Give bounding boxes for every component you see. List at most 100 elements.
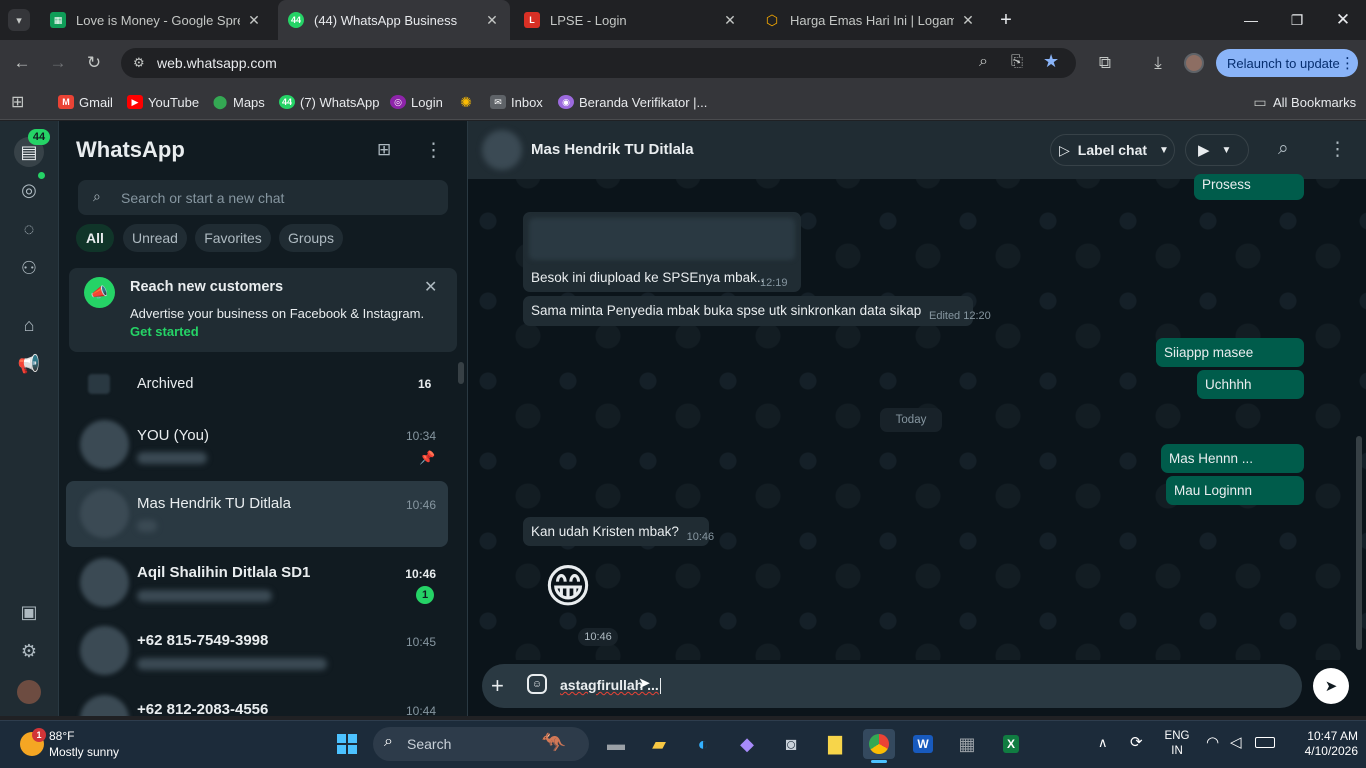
communities-nav-button[interactable]: ⚇ (17, 256, 41, 280)
bookmark-whatsapp[interactable]: 44 (7) WhatsApp (279, 92, 379, 112)
chat-list-scrollbar[interactable] (458, 362, 464, 384)
label-chat-button[interactable]: ▷ Label chat ▼ (1050, 134, 1175, 166)
sync-icon[interactable]: ⟳ (1130, 733, 1143, 751)
send-button[interactable]: ➤ (1313, 668, 1349, 704)
clock[interactable]: 10:47 AM 4/10/2026 (1288, 729, 1358, 759)
message-outgoing[interactable]: Uchhhh (1197, 370, 1304, 399)
filter-favorites[interactable]: Favorites (195, 224, 271, 252)
site-info-icon[interactable]: ⚙ (133, 55, 145, 71)
bookmark-login[interactable]: ◎ Login (390, 92, 443, 112)
message-input[interactable]: astagfirullah ... (560, 677, 1290, 697)
ads-nav-button[interactable]: 📢 (17, 352, 41, 376)
close-icon[interactable]: ✕ (246, 12, 262, 29)
menu-button[interactable]: ⋮ (424, 139, 443, 162)
zoom-icon[interactable]: ⌕ (979, 53, 988, 71)
message-emoji[interactable]: 😁 (544, 558, 592, 614)
close-promo-button[interactable]: ✕ (424, 277, 437, 297)
taskbar-app-camera[interactable]: ◙ (775, 729, 807, 759)
forward-button[interactable]: → (44, 49, 72, 77)
taskbar-app-explorer[interactable]: ▰ (643, 729, 675, 759)
chat-menu-button[interactable]: ⋮ (1328, 138, 1347, 161)
tab-google-sheets[interactable]: ▦ Love is Money - Google Spread ✕ (40, 0, 272, 40)
media-nav-button[interactable]: ▣ (17, 600, 41, 624)
filter-all[interactable]: All (76, 224, 114, 252)
archived-row[interactable]: Archived 16 (66, 357, 448, 411)
taskbar-app-chrome[interactable] (863, 729, 895, 759)
show-hidden-icons[interactable]: ∧ (1098, 735, 1108, 751)
relaunch-to-update-button[interactable]: Relaunch to update ⋮ (1216, 49, 1358, 77)
message-outgoing[interactable]: Mau Loginnn (1166, 476, 1304, 505)
tab-whatsapp-business[interactable]: 44 (44) WhatsApp Business ✕ (278, 0, 510, 40)
status-nav-button[interactable]: ◎ (17, 178, 41, 202)
downloads-button[interactable]: ⤓ (1144, 49, 1172, 77)
chat-time: 10:46 (405, 498, 436, 512)
all-bookmarks-button[interactable]: ▭ All Bookmarks (1252, 92, 1356, 112)
volume-icon[interactable]: ◁ (1230, 733, 1242, 751)
get-started-link[interactable]: Get started (130, 324, 199, 339)
close-icon[interactable]: ✕ (484, 12, 500, 29)
close-window-button[interactable]: ✕ (1320, 0, 1366, 40)
chat-row-62-812[interactable]: +62 812-2083-4556 10:44 (66, 687, 448, 716)
bookmark-youtube[interactable]: ▶ YouTube (127, 92, 199, 112)
new-chat-button[interactable]: ⊞ (377, 140, 391, 160)
chat-row-aqil[interactable]: Aqil Shalihin Ditlala SD1 10:46 1 (66, 550, 448, 616)
taskbar-app-calculator[interactable]: ▦ (951, 729, 983, 759)
address-bar[interactable]: ⚙ web.whatsapp.com ⌕ ⎘ ★ (121, 48, 1076, 78)
taskbar-app-excel[interactable]: X (995, 729, 1027, 759)
bookmark-beranda-verifikator[interactable]: ◉ Beranda Verifikator |... (558, 92, 707, 112)
taskbar-app-word[interactable]: W (907, 729, 939, 759)
close-icon[interactable]: ✕ (960, 12, 976, 29)
sticker-button[interactable]: ☺ (527, 674, 547, 694)
profile-avatar[interactable] (17, 680, 41, 704)
profile-avatar[interactable] (1184, 53, 1204, 73)
contact-name[interactable]: Mas Hendrik TU Ditlala (531, 141, 694, 158)
search-input[interactable]: ⌕ Search or start a new chat (78, 180, 448, 215)
bookmark-star-icon[interactable]: ★ (1043, 51, 1059, 72)
apps-grid-icon[interactable]: ⊞ (11, 92, 24, 112)
back-button[interactable]: ← (8, 49, 36, 77)
message-incoming[interactable]: Kan udah Kristen mbak? 10:46 (523, 517, 714, 546)
extensions-button[interactable]: ⧉ (1091, 49, 1119, 77)
tab-harga-emas[interactable]: ⬡ Harga Emas Hari Ini | Logam M ✕ (754, 0, 986, 40)
taskbar-app-taskview[interactable]: ▬ (600, 729, 632, 759)
wifi-icon[interactable]: ◠ (1206, 733, 1219, 751)
message-outgoing[interactable]: Siiappp masee (1156, 338, 1304, 367)
channels-nav-button[interactable]: ◌ (17, 217, 41, 241)
message-outgoing[interactable]: Prosess (1194, 174, 1304, 200)
install-app-icon[interactable]: ⎘ (1011, 53, 1023, 70)
bookmark-inbox[interactable]: ✉ Inbox (490, 92, 543, 112)
reload-button[interactable]: ↻ (80, 49, 108, 77)
bookmark-photos[interactable]: ✺ (458, 92, 479, 112)
bookmark-maps[interactable]: ⬤ Maps (212, 92, 265, 112)
taskbar-search[interactable]: ⌕ Search 🦘 (373, 727, 589, 761)
weather-widget[interactable]: 1 88°F Mostly sunny (18, 728, 168, 762)
message-incoming[interactable]: Besok ini diupload ke SPSEnya mbak.. 12:… (523, 212, 801, 292)
filter-unread[interactable]: Unread (123, 224, 187, 252)
tab-search-button[interactable]: ▾ (8, 9, 30, 31)
message-incoming[interactable]: Sama minta Penyedia mbak buka spse utk s… (523, 296, 991, 326)
chat-row-62-815[interactable]: +62 815-7549-3998 10:45 (66, 618, 448, 684)
close-icon[interactable]: ✕ (722, 12, 738, 29)
attach-button[interactable]: + (491, 673, 504, 699)
search-chat-button[interactable]: ⌕ (1278, 138, 1289, 160)
tab-lpse-login[interactable]: L LPSE - Login ✕ (514, 0, 748, 40)
language-indicator[interactable]: ENG IN (1162, 729, 1192, 759)
chat-row-you[interactable]: YOU (You) 10:34 📌 (66, 412, 448, 478)
battery-icon[interactable] (1255, 737, 1275, 748)
taskbar-app-edge[interactable]: ◐ (687, 729, 719, 759)
conversation-scrollbar[interactable] (1356, 436, 1362, 650)
minimize-button[interactable]: — (1228, 0, 1274, 40)
taskbar-app-copilot[interactable]: ◆ (731, 729, 763, 759)
catalog-nav-button[interactable]: ⌂ (17, 313, 41, 337)
bookmark-gmail[interactable]: M Gmail (58, 92, 113, 112)
contact-avatar[interactable] (482, 130, 522, 170)
filter-groups[interactable]: Groups (279, 224, 343, 252)
message-outgoing[interactable]: Mas Hennn ... (1161, 444, 1304, 473)
restore-button[interactable]: ❐ (1274, 0, 1320, 40)
settings-nav-button[interactable]: ⚙ (17, 639, 41, 663)
new-tab-button[interactable]: + (994, 8, 1018, 32)
chat-row-mas-hendrik[interactable]: Mas Hendrik TU Ditlala 10:46 (66, 481, 448, 547)
video-call-button[interactable]: ▶ ▼ (1185, 134, 1249, 166)
start-button[interactable] (331, 729, 363, 759)
taskbar-app-sticky-notes[interactable]: ▇ (819, 729, 851, 759)
